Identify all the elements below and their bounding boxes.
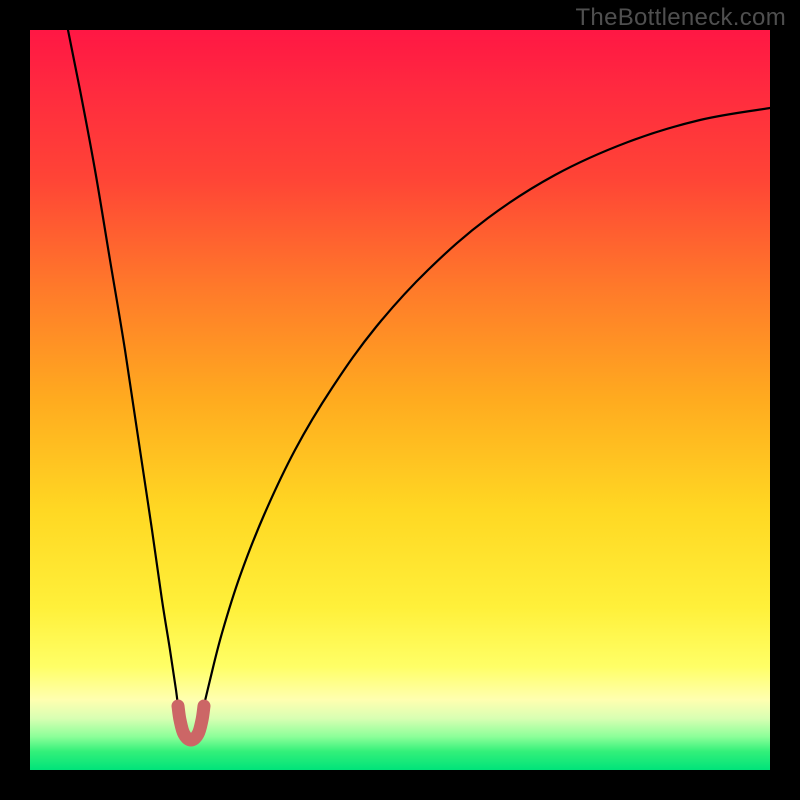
- chart-frame: { "watermark": "TheBottleneck.com", "cha…: [0, 0, 800, 800]
- watermark-text: TheBottleneck.com: [575, 4, 786, 32]
- gradient-background: [30, 30, 770, 770]
- bottleneck-chart: [0, 0, 800, 800]
